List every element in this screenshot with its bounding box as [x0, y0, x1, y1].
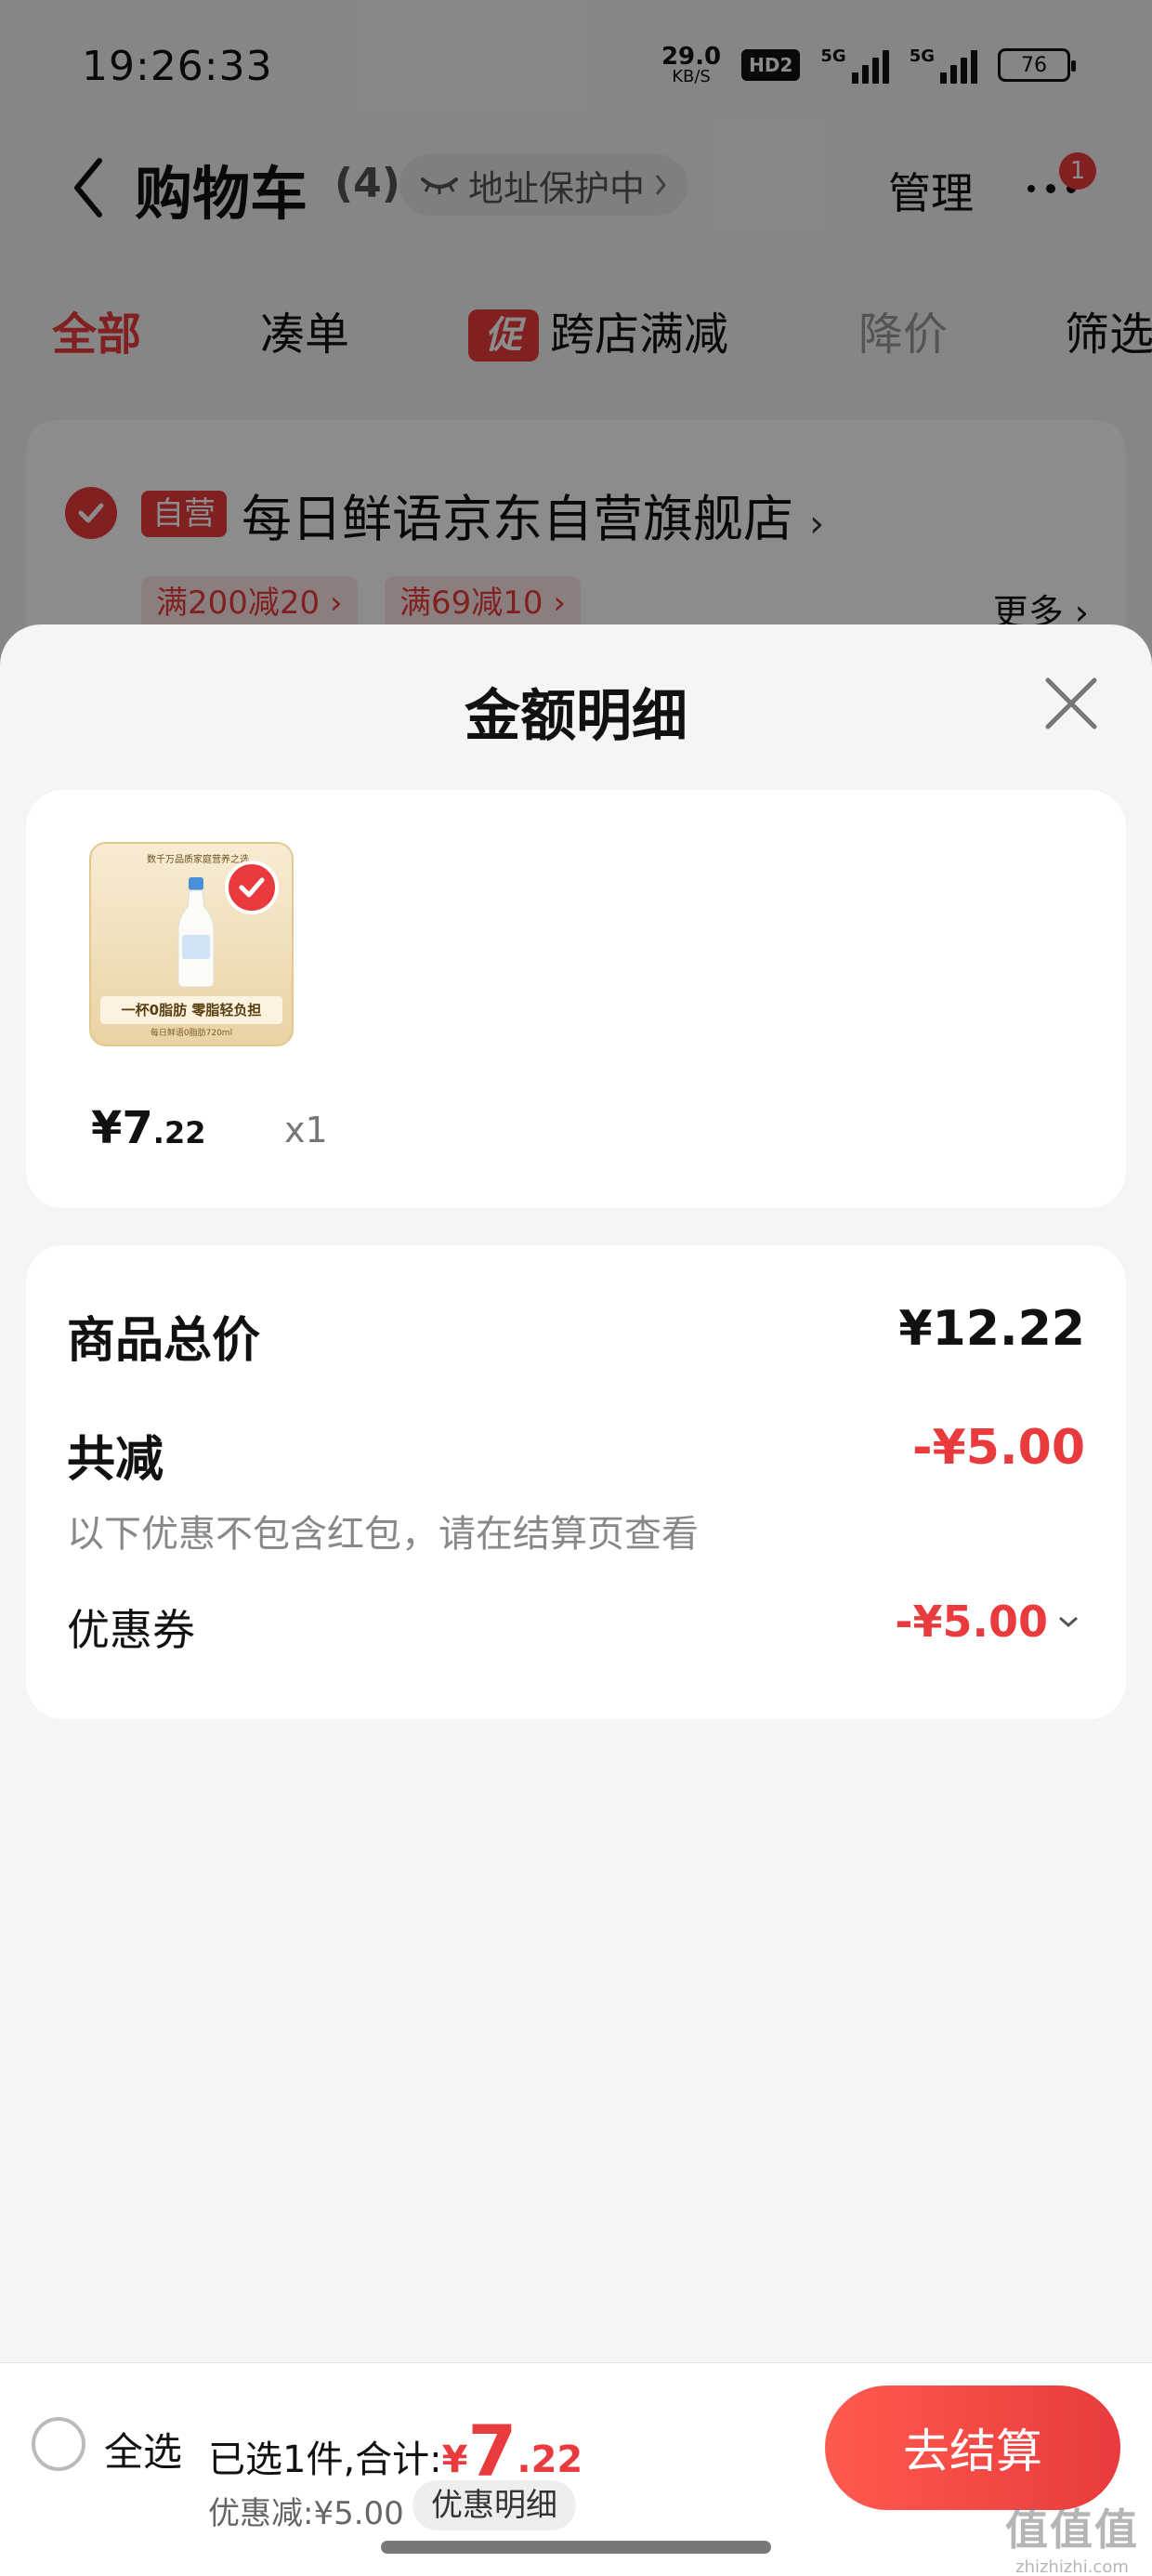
product-image-banner: 数千万品质家庭营养之选	[147, 855, 249, 865]
summary-prefix: 已选1件,合计:	[208, 2438, 442, 2481]
product-image[interactable]: 数千万品质家庭营养之选 一杯0脂肪 零脂轻负担 每日鲜语0脂肪720ml	[89, 842, 294, 1046]
coupon-label: 优惠券	[67, 1605, 195, 1655]
product-price-dec: .22	[152, 1115, 206, 1150]
close-button[interactable]	[1039, 671, 1104, 736]
sheet-title: 金额明细	[465, 684, 687, 749]
cart-screen: { "status_bar": { "time": "19:26:33", "n…	[0, 0, 1152, 2576]
home-indicator[interactable]	[381, 2541, 771, 2554]
reduction-note: 以下优惠不包含红包，请在结算页查看	[67, 1513, 699, 1556]
milk-bottle-illustration	[177, 877, 215, 988]
price-breakdown-card: 商品总价 ¥12.22 共减 -¥5.00 以下优惠不包含红包，请在结算页查看 …	[26, 1245, 1126, 1719]
coupon-row-toggle[interactable]: -¥5.00	[895, 1597, 1080, 1647]
goods-total-label: 商品总价	[67, 1313, 261, 1369]
summary-total-dec: .22	[517, 2438, 583, 2481]
product-quantity: x1	[284, 1110, 328, 1150]
discount-detail-button[interactable]: 优惠明细	[412, 2480, 576, 2530]
select-all-label[interactable]: 全选	[104, 2421, 182, 2477]
goods-card: 数千万品质家庭营养之选 一杯0脂肪 零脂轻负担 每日鲜语0脂肪720ml ¥7.…	[26, 790, 1126, 1208]
close-icon	[1045, 677, 1097, 729]
watermark-sub: zhizhizhi.com	[1015, 2557, 1129, 2576]
checkout-button[interactable]: 去结算	[825, 2385, 1120, 2510]
coupon-value: -¥5.00	[895, 1597, 1048, 1647]
goods-total-value: ¥12.22	[898, 1301, 1085, 1357]
product-selected-checkbox[interactable]	[225, 861, 279, 914]
watermark: 值值值 zhizhizhi.com	[1005, 2496, 1139, 2576]
total-reduction-value: -¥5.00	[911, 1420, 1085, 1476]
product-price-int: ¥7	[91, 1102, 153, 1154]
check-icon	[239, 877, 265, 898]
chevron-down-icon	[1059, 1616, 1078, 1628]
amount-detail-sheet: 金额明细 数千万品质家庭营养之选 一杯0脂肪 零脂轻负担 每日鲜语0脂肪720m…	[0, 624, 1152, 2362]
product-image-slogan: 一杯0脂肪 零脂轻负担	[100, 996, 282, 1024]
total-reduction-label: 共减	[67, 1432, 164, 1488]
summary-currency: ¥	[441, 2438, 468, 2481]
discount-summary: 优惠减:¥5.00	[208, 2495, 404, 2532]
product-image-subtitle: 每日鲜语0脂肪720ml	[150, 1029, 233, 1038]
watermark-main: 值值值	[1005, 2504, 1139, 2555]
select-all-checkbox[interactable]	[32, 2417, 85, 2471]
product-price: ¥7.22	[91, 1102, 205, 1154]
